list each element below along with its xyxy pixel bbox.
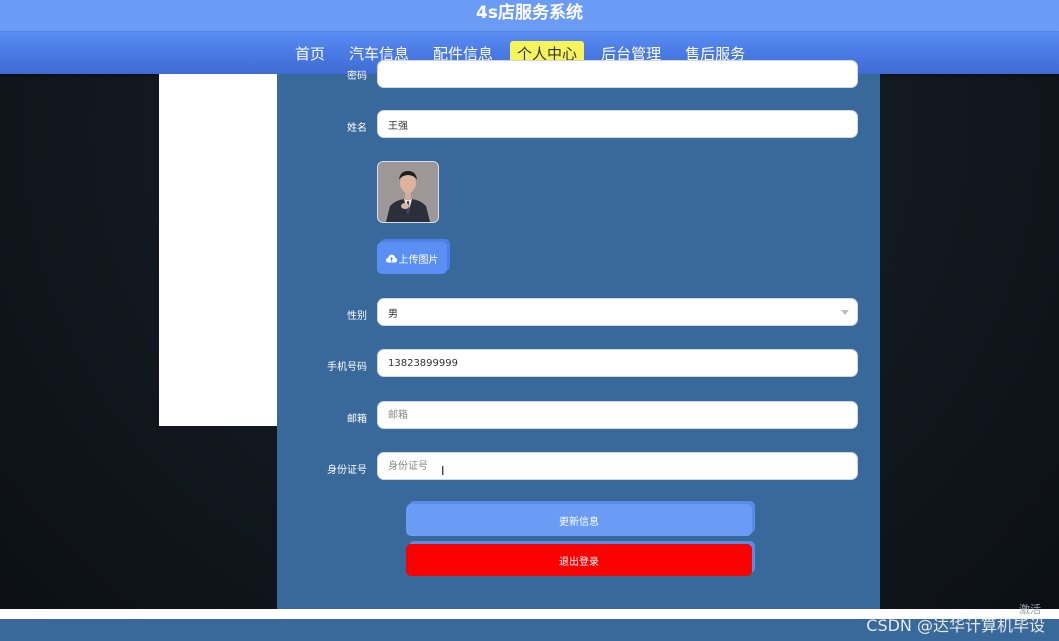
password-field[interactable] [377, 60, 858, 88]
name-label: 姓名 [347, 123, 367, 134]
email-field[interactable] [377, 401, 858, 429]
cloud-upload-icon [385, 254, 397, 262]
phone-field[interactable]: 13823899999 [377, 349, 858, 377]
upload-image-button[interactable]: 上传图片 [377, 242, 447, 274]
logout-button[interactable]: 退出登录 [406, 544, 752, 576]
upload-label: 上传图片 [398, 254, 439, 266]
name-field[interactable]: 王强 [377, 110, 858, 138]
watermark: CSDN @达华计算机毕设 [866, 616, 1045, 635]
avatar-photo [378, 162, 438, 222]
name-value: 王强 [388, 120, 408, 132]
idcard-label: 身份证号 [327, 465, 367, 476]
top-header: 4s店服务系统 [0, 0, 1059, 32]
gender-select[interactable]: 男 [377, 298, 858, 326]
idcard-field[interactable] [377, 452, 858, 480]
gender-label: 性别 [347, 311, 367, 322]
email-label: 邮箱 [347, 414, 367, 425]
text-cursor-icon: I [441, 464, 445, 478]
password-label: 密码 [347, 71, 367, 82]
phone-value: 13823899999 [388, 357, 458, 369]
phone-label: 手机号码 [327, 362, 367, 373]
nav-home[interactable]: 首页 [288, 41, 332, 66]
gender-value: 男 [388, 308, 398, 320]
app-title: 4s店服务系统 [476, 3, 583, 23]
chevron-down-icon [841, 310, 849, 315]
left-white-panel [159, 74, 277, 426]
profile-form-panel: 密码 姓名 王强 上传图片 性别 男 手机号码 13823899999 邮箱 邮… [277, 60, 880, 609]
update-info-button[interactable]: 更新信息 [406, 504, 752, 536]
avatar[interactable] [377, 161, 439, 223]
